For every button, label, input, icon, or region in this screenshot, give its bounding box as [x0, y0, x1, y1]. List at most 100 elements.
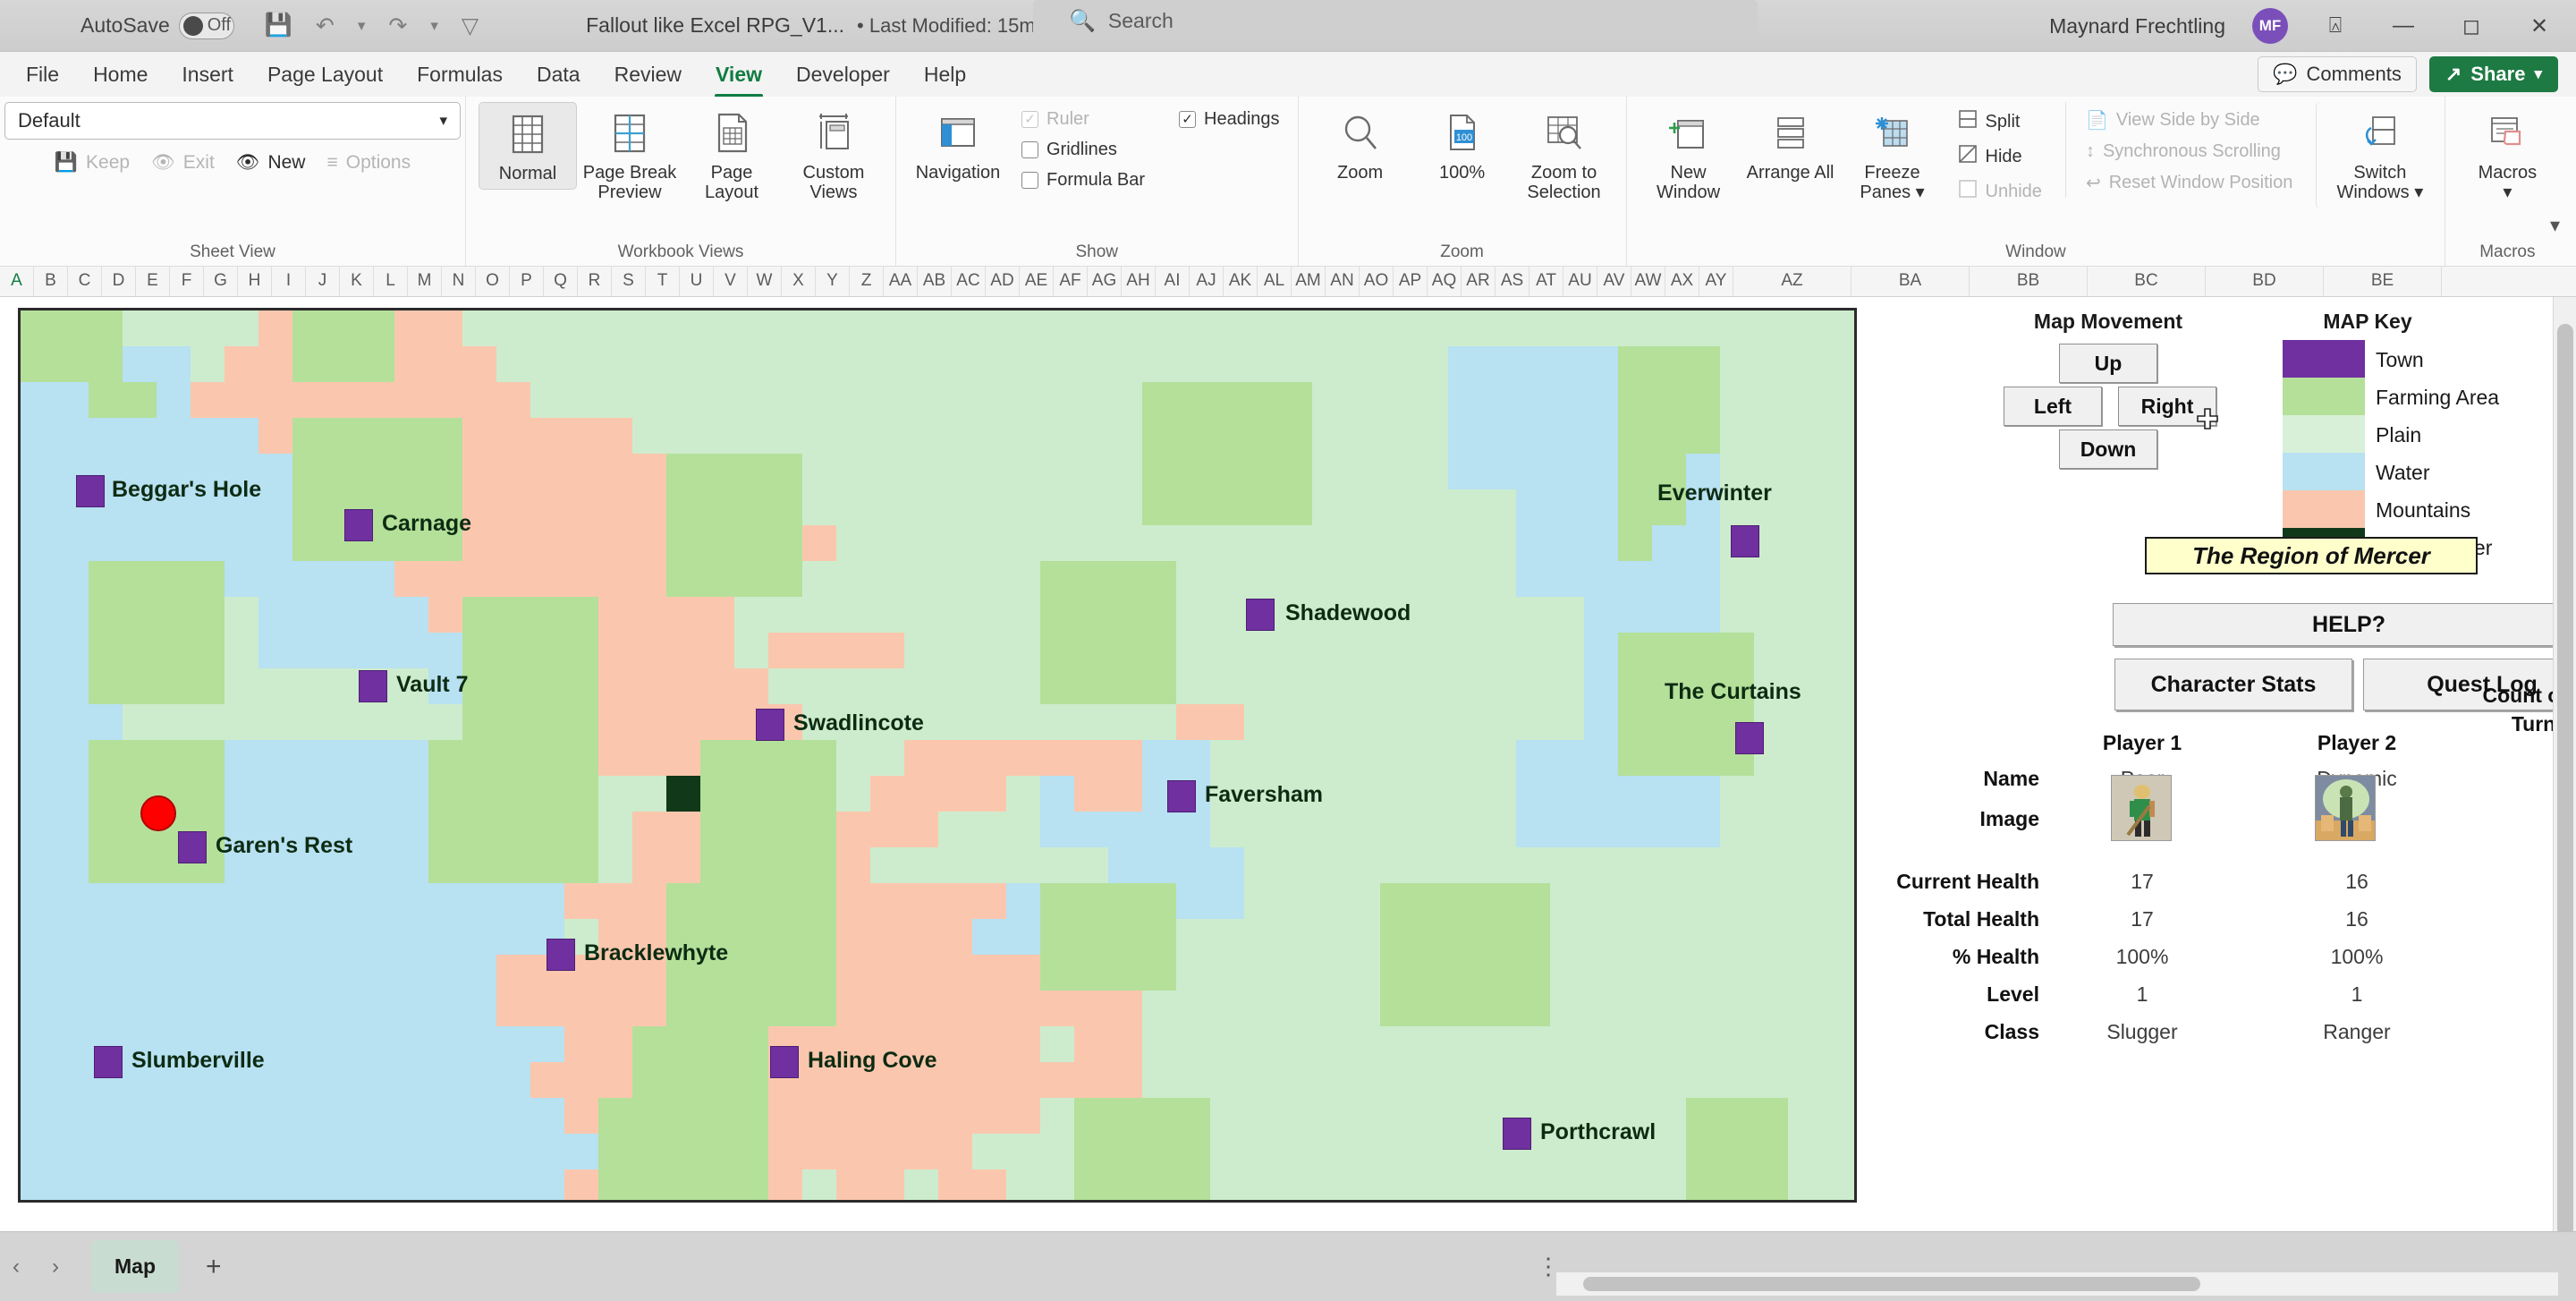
- vertical-scrollbar[interactable]: [2553, 297, 2576, 1231]
- switch-windows-button[interactable]: Switch Windows ▾: [2316, 102, 2432, 208]
- arrange-all-button[interactable]: Arrange All: [1741, 102, 1840, 188]
- column-header-F[interactable]: F: [170, 266, 204, 296]
- move-down-button[interactable]: Down: [2059, 429, 2157, 469]
- split-button[interactable]: Split: [1953, 106, 2047, 138]
- share-button[interactable]: ↗ Share ▾: [2429, 56, 2558, 92]
- workbook-view-custom-views-button[interactable]: Custom Views: [784, 102, 883, 208]
- column-header-A[interactable]: A: [0, 266, 34, 296]
- freeze-panes-button[interactable]: Freeze Panes ▾: [1843, 102, 1942, 208]
- chevron-down-icon[interactable]: ▾: [439, 112, 447, 130]
- column-header-W[interactable]: W: [748, 266, 782, 296]
- column-header-AU[interactable]: AU: [1563, 266, 1597, 296]
- tab-home[interactable]: Home: [76, 57, 165, 92]
- move-left-button[interactable]: Left: [2004, 387, 2102, 426]
- column-header-L[interactable]: L: [374, 266, 408, 296]
- column-header-J[interactable]: J: [306, 266, 340, 296]
- column-header-M[interactable]: M: [408, 266, 442, 296]
- column-header-BA[interactable]: BA: [1852, 266, 1970, 296]
- avatar[interactable]: MF: [2252, 8, 2288, 44]
- hide-button[interactable]: Hide: [1953, 140, 2047, 173]
- zoom-button[interactable]: Zoom: [1311, 102, 1410, 188]
- game-map[interactable]: Beggar's HoleCarnageEverwinterShadewoodV…: [18, 308, 1857, 1203]
- undo-dropdown-icon[interactable]: ▾: [358, 17, 366, 35]
- customize-quick-access-icon[interactable]: ▽: [462, 13, 479, 39]
- column-header-AT[interactable]: AT: [1530, 266, 1563, 296]
- sheet-view-combo[interactable]: Default ▾: [4, 102, 461, 140]
- column-header-O[interactable]: O: [476, 266, 510, 296]
- column-header-AS[interactable]: AS: [1496, 266, 1530, 296]
- town-marker[interactable]: [1246, 599, 1275, 631]
- column-header-S[interactable]: S: [612, 266, 646, 296]
- column-header-AM[interactable]: AM: [1292, 266, 1326, 296]
- column-header-BD[interactable]: BD: [2206, 266, 2324, 296]
- tab-developer[interactable]: Developer: [779, 57, 907, 92]
- column-header-V[interactable]: V: [714, 266, 748, 296]
- workbook-view-page-break-preview-button[interactable]: Page Break Preview: [580, 102, 679, 208]
- minimize-button[interactable]: —: [2383, 13, 2424, 38]
- search-input[interactable]: 🔍 Search: [1033, 0, 1758, 41]
- column-header-AH[interactable]: AH: [1122, 266, 1156, 296]
- chevron-down-icon[interactable]: ▾: [1916, 183, 1925, 202]
- town-marker[interactable]: [1167, 780, 1196, 812]
- tab-help[interactable]: Help: [907, 57, 983, 92]
- tab-page-layout[interactable]: Page Layout: [250, 57, 400, 92]
- column-header-Q[interactable]: Q: [544, 266, 578, 296]
- new-window-button[interactable]: New Window: [1640, 102, 1738, 208]
- tab-insert[interactable]: Insert: [165, 57, 250, 92]
- tab-view[interactable]: View: [699, 57, 779, 92]
- town-marker[interactable]: [756, 709, 784, 741]
- column-header-AV[interactable]: AV: [1597, 266, 1631, 296]
- column-header-AF[interactable]: AF: [1054, 266, 1088, 296]
- column-header-Z[interactable]: Z: [850, 266, 884, 296]
- column-header-AW[interactable]: AW: [1631, 266, 1665, 296]
- town-marker[interactable]: [1503, 1118, 1531, 1150]
- town-marker[interactable]: [359, 670, 387, 702]
- workbook-view-page-layout-button[interactable]: Page Layout: [682, 102, 781, 208]
- ribbon-display-options-icon[interactable]: ⍓: [2315, 13, 2356, 38]
- town-marker[interactable]: [94, 1046, 123, 1078]
- column-header-G[interactable]: G: [204, 266, 238, 296]
- chevron-down-icon[interactable]: ▾: [2414, 183, 2423, 202]
- comments-button[interactable]: 💬 Comments: [2258, 56, 2417, 92]
- tab-data[interactable]: Data: [520, 57, 597, 92]
- sheet-view-keep-button[interactable]: 💾 Keep: [55, 152, 130, 174]
- reset-window-position-button[interactable]: ↩ Reset Window Position: [2080, 168, 2298, 198]
- column-header-AI[interactable]: AI: [1156, 266, 1190, 296]
- column-header-AJ[interactable]: AJ: [1190, 266, 1224, 296]
- column-header-AY[interactable]: AY: [1699, 266, 1733, 296]
- synchronous-scrolling-button[interactable]: ↕ Synchronous Scrolling: [2080, 138, 2298, 166]
- column-header-AZ[interactable]: AZ: [1733, 266, 1852, 296]
- column-header-BC[interactable]: BC: [2088, 266, 2206, 296]
- vertical-scroll-thumb[interactable]: [2557, 324, 2573, 1237]
- town-marker[interactable]: [344, 509, 373, 541]
- macros-button[interactable]: Macros▾: [2458, 102, 2556, 208]
- column-header-I[interactable]: I: [272, 266, 306, 296]
- column-header-AE[interactable]: AE: [1020, 266, 1054, 296]
- move-right-button[interactable]: Right: [2118, 387, 2216, 426]
- character-stats-button[interactable]: Character Stats: [2114, 659, 2352, 710]
- undo-icon[interactable]: ↶: [316, 13, 335, 39]
- column-header-AG[interactable]: AG: [1088, 266, 1122, 296]
- workbook-view-normal-button[interactable]: Normal: [479, 102, 577, 190]
- autosave-toggle[interactable]: Off: [179, 13, 234, 39]
- show-ruler-checkbox[interactable]: ✓ Ruler: [1016, 106, 1150, 133]
- sheet-view-exit-button[interactable]: 👁 Exit: [151, 152, 215, 174]
- zoom-100-button[interactable]: 100 100%: [1413, 102, 1512, 188]
- add-sheet-button[interactable]: +: [206, 1252, 222, 1282]
- sheet-view-options-button[interactable]: ≡ Options: [326, 152, 411, 174]
- move-up-button[interactable]: Up: [2059, 344, 2157, 383]
- tab-review[interactable]: Review: [597, 57, 699, 92]
- column-header-X[interactable]: X: [782, 266, 816, 296]
- column-header-BE[interactable]: BE: [2324, 266, 2442, 296]
- redo-icon[interactable]: ↷: [388, 13, 407, 39]
- column-header-BB[interactable]: BB: [1970, 266, 2088, 296]
- previous-sheet-icon[interactable]: ‹: [13, 1254, 20, 1280]
- file-name[interactable]: Fallout like Excel RPG_V1...: [586, 13, 844, 38]
- navigation-button[interactable]: Navigation: [909, 102, 1007, 188]
- column-header-AK[interactable]: AK: [1224, 266, 1258, 296]
- column-header-AC[interactable]: AC: [952, 266, 986, 296]
- column-header-AR[interactable]: AR: [1462, 266, 1496, 296]
- column-header-Y[interactable]: Y: [816, 266, 850, 296]
- chevron-down-icon[interactable]: ▾: [2503, 183, 2512, 202]
- column-header-B[interactable]: B: [34, 266, 68, 296]
